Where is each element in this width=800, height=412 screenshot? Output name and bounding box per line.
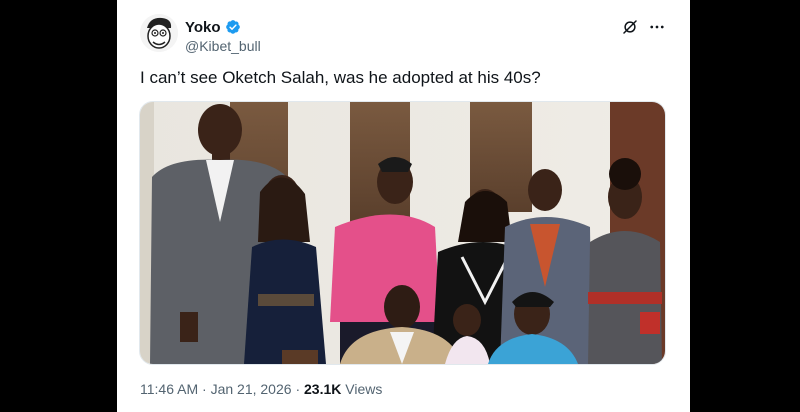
post-date[interactable]: Jan 21, 2026 (211, 381, 292, 397)
post-meta: 11:46 AM · Jan 21, 2026 · 23.1K Views (140, 381, 382, 397)
author-handle[interactable]: @Kibet_bull (185, 38, 261, 54)
meta-separator: · (295, 381, 301, 397)
views-label: Views (345, 381, 383, 397)
grok-icon[interactable] (621, 18, 639, 36)
avatar[interactable] (140, 14, 178, 52)
post-text: I can’t see Oketch Salah, was he adopted… (140, 68, 541, 87)
author-name-row[interactable]: Yoko (185, 17, 241, 37)
avatar-cartoon-icon (140, 14, 178, 52)
meta-separator: · (202, 381, 207, 397)
family-photo-image (140, 102, 665, 364)
verified-badge-icon (225, 20, 240, 34)
post-time[interactable]: 11:46 AM (140, 381, 198, 397)
author-display-name[interactable]: Yoko (185, 19, 221, 36)
post-card[interactable]: Yoko @Kibet_bull I can’t see Oketch Sala… (117, 0, 690, 412)
views-count: 23.1K (304, 381, 342, 397)
more-icon[interactable] (648, 18, 666, 36)
post-photo[interactable] (139, 101, 666, 365)
left-letterbox (0, 0, 117, 412)
right-letterbox (690, 0, 800, 412)
